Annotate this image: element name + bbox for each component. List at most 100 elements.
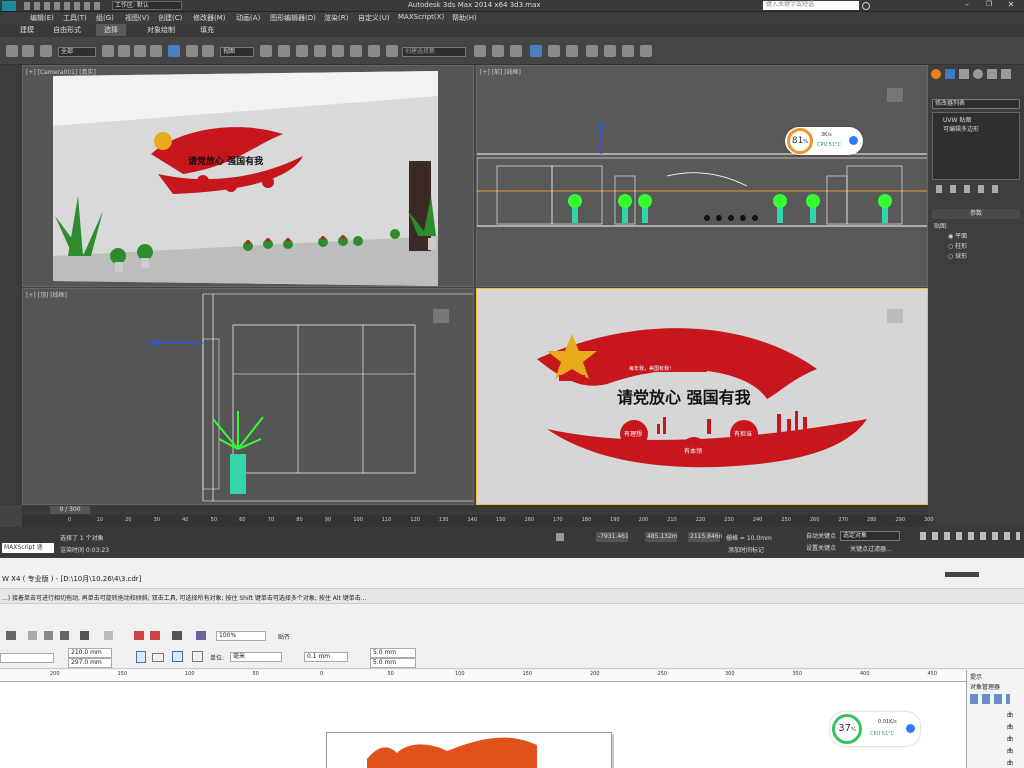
select-object-icon[interactable] (102, 45, 114, 57)
paste-icon[interactable] (60, 631, 69, 640)
menu-maxscript[interactable]: MAXScript(X) (398, 13, 444, 21)
maximize-button[interactable]: ❐ (980, 0, 998, 11)
rotate-icon[interactable] (186, 45, 198, 57)
page-height-field[interactable]: 297.0 mm (68, 658, 112, 668)
motion-tab-icon[interactable] (973, 69, 983, 79)
stack-item-uvw[interactable]: UVW 贴图 (943, 115, 971, 124)
minimize-button[interactable]: – (958, 0, 976, 11)
mapping-spherical-option[interactable]: ○ 球形 (948, 251, 967, 260)
viewport-top[interactable]: [+] [顶] [线框] (22, 288, 474, 505)
mirror-icon[interactable] (474, 45, 486, 57)
pivot-icon[interactable] (260, 45, 272, 57)
manipulate-icon[interactable] (278, 45, 290, 57)
copy-icon[interactable] (44, 631, 53, 640)
pin-stack-icon[interactable] (936, 185, 1006, 193)
coord-x-field[interactable]: -7931.461 (596, 532, 629, 542)
landscape-icon[interactable] (152, 653, 164, 662)
cpu-monitor-widget[interactable]: 81% 3K/s CPU 51°C (785, 127, 863, 155)
undo-icon[interactable] (6, 45, 18, 57)
portrait-icon[interactable] (136, 651, 146, 663)
quick-access-icons[interactable] (24, 2, 104, 10)
menu-modifiers[interactable]: 修改器(M) (193, 13, 226, 23)
page-width-field[interactable]: 210.0 mm (68, 648, 112, 658)
zoom-dropdown[interactable]: 100% (216, 631, 266, 641)
reference-coord-dropdown[interactable]: 视图 (220, 47, 254, 57)
object-item-4[interactable]: 曲 (1007, 746, 1013, 755)
object-item-2[interactable]: 曲 (1007, 722, 1013, 731)
link-icon[interactable] (40, 45, 52, 57)
move-icon[interactable] (168, 45, 180, 57)
menu-group[interactable]: 组(G) (96, 13, 114, 23)
docker-hint-tab[interactable]: 提示 (970, 672, 982, 681)
undo-icon-corel[interactable] (80, 631, 89, 640)
render-setup-icon[interactable] (604, 45, 616, 57)
tab-modeling[interactable]: 建模 (20, 25, 34, 35)
snap-toggle-icon[interactable] (314, 45, 326, 57)
menu-animation[interactable]: 动画(A) (236, 13, 260, 23)
scale-icon[interactable] (202, 45, 214, 57)
all-pages-icon[interactable] (172, 651, 183, 662)
object-item-3[interactable]: 曲 (1007, 734, 1013, 743)
material-editor-icon[interactable] (586, 45, 598, 57)
viewport-perspective[interactable]: 每年我，美国有我！ 请党放心 强国有我 有理想 有本领 有担当 (476, 288, 928, 505)
duplicate-y-field[interactable]: 5.0 mm (370, 658, 416, 668)
stack-item-poly[interactable]: 可编辑多边形 (943, 124, 979, 133)
playback-controls[interactable] (920, 532, 1020, 540)
coord-z-field[interactable]: 2115.846n (688, 532, 722, 542)
close-button[interactable]: ✕ (1002, 0, 1020, 11)
modify-tab-icon[interactable] (945, 69, 955, 79)
graphite-toggle-icon[interactable] (530, 45, 542, 57)
nudge-distance-field[interactable]: 0.1 mm (304, 652, 348, 662)
tab-selection[interactable]: 选择 (96, 24, 126, 36)
menu-edit[interactable]: 编辑(E) (30, 13, 54, 23)
drawing-canvas[interactable]: 37% 0.01K/s CPU 51°C (0, 682, 966, 768)
render-production-icon[interactable] (640, 45, 652, 57)
selection-filter-dropdown[interactable]: 全部 (58, 47, 96, 57)
redo-icon-corel[interactable] (104, 631, 113, 640)
search-icon[interactable] (862, 2, 870, 10)
set-key-button[interactable]: 设置关键点 (806, 543, 836, 552)
window-crossing-icon[interactable] (150, 45, 162, 57)
menu-views[interactable]: 视图(V) (125, 13, 149, 23)
coord-y-field[interactable]: 485.132m (645, 532, 678, 542)
cpu-monitor-widget-bottom[interactable]: 37% 0.01K/s CPU 51°C (830, 712, 920, 746)
modifier-list-dropdown[interactable]: 修改器列表 (932, 99, 1020, 109)
menu-customize[interactable]: 自定义(U) (358, 13, 390, 23)
schematic-view-icon[interactable] (566, 45, 578, 57)
align-icon[interactable] (492, 45, 504, 57)
docker-toolbar-icons[interactable] (970, 694, 1010, 704)
redo-icon[interactable] (22, 45, 34, 57)
mapping-planar-option[interactable]: ◉ 平面 (948, 231, 967, 240)
boost-icon[interactable] (849, 136, 858, 145)
menu-help[interactable]: 帮助(H) (452, 13, 477, 23)
search-input[interactable]: 键入关键字或短语 (763, 1, 859, 10)
angle-snap-icon[interactable] (332, 45, 344, 57)
named-selection-dropdown[interactable]: 创建选择集 (402, 47, 466, 57)
mapping-cylindrical-option[interactable]: ○ 柱形 (948, 241, 967, 250)
max-app-icon[interactable] (2, 1, 16, 11)
viewport-front[interactable]: [+] [前] [线框] 81% 3K/s CPU 51°C (476, 65, 928, 287)
print-icon[interactable] (6, 631, 16, 640)
layer-manager-icon[interactable] (510, 45, 522, 57)
snap-to-dropdown[interactable]: 贴齐 (278, 632, 290, 641)
lock-selection-icon[interactable] (556, 533, 564, 541)
time-slider[interactable]: 0 / 300 0 10 20 30 40 50 60 70 80 90 100 110 120 130 1… (22, 505, 934, 527)
boost-icon-bottom[interactable] (906, 724, 915, 733)
menu-create[interactable]: 创建(C) (158, 13, 182, 23)
rendered-frame-icon[interactable] (622, 45, 634, 57)
menu-graph-editors[interactable]: 图形编辑器(D) (270, 13, 316, 23)
edit-named-selection-icon[interactable] (386, 45, 398, 57)
unit-dropdown[interactable]: 毫米 (230, 652, 282, 662)
corel-minimize-icon[interactable] (945, 572, 979, 577)
key-filters-button[interactable]: 关键点过滤器... (850, 544, 892, 553)
percent-snap-icon[interactable] (350, 45, 362, 57)
current-page-icon[interactable] (192, 651, 203, 662)
cut-icon[interactable] (28, 631, 37, 640)
duplicate-x-field[interactable]: 5.0 mm (370, 648, 416, 658)
object-item-1[interactable]: 曲 (1007, 710, 1013, 719)
create-tab-icon[interactable] (931, 69, 941, 79)
menu-rendering[interactable]: 渲染(R) (324, 13, 348, 23)
select-by-name-icon[interactable] (118, 45, 130, 57)
rect-selection-icon[interactable] (134, 45, 146, 57)
menu-tools[interactable]: 工具(T) (63, 13, 87, 23)
